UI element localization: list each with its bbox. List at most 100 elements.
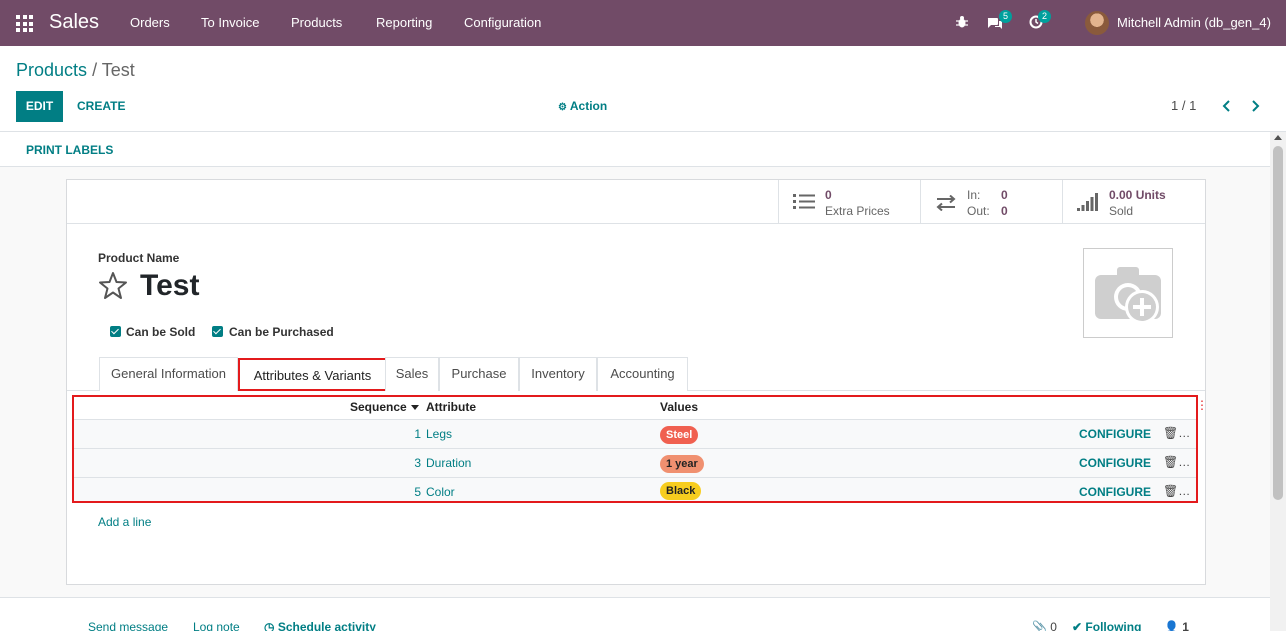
table-row[interactable]: 3 Duration 1 year CONFIGURE 🗑… — [74, 448, 1196, 477]
attachments-count: 0 — [1050, 620, 1057, 631]
tab-attributes-variants[interactable]: Attributes & Variants — [238, 358, 387, 391]
attachments-button[interactable]: 📎 0 — [1032, 620, 1057, 631]
trash-icon[interactable]: 🗑… — [1163, 455, 1190, 469]
scrollbar[interactable] — [1270, 132, 1286, 631]
column-header-attribute[interactable]: Attribute — [426, 400, 476, 414]
product-name-label: Product Name — [98, 251, 180, 265]
chevron-right-icon[interactable] — [1250, 100, 1260, 112]
row-attribute[interactable]: Color — [426, 485, 455, 499]
can-be-sold-checkbox[interactable] — [110, 326, 121, 337]
column-header-values[interactable]: Values — [660, 400, 698, 414]
check-icon: ✔ — [1072, 620, 1083, 631]
pager-value[interactable]: 1 / 1 — [1171, 98, 1196, 113]
row-attribute[interactable]: Legs — [426, 427, 452, 441]
in-value: 0 — [1001, 188, 1008, 202]
followers-button[interactable]: 👤 1 — [1164, 620, 1189, 631]
value-tag: 1 year — [660, 455, 704, 473]
table-row[interactable]: 1 Legs Steel CONFIGURE 🗑… — [74, 419, 1196, 448]
following-label: Following — [1085, 620, 1142, 631]
tab-general-information[interactable]: General Information — [99, 357, 238, 391]
row-sequence: 5 — [414, 485, 421, 499]
log-note-button[interactable]: Log note — [193, 620, 240, 631]
user-icon: 👤 — [1164, 620, 1179, 631]
configure-button[interactable]: CONFIGURE — [1079, 427, 1151, 441]
breadcrumb-separator: / — [92, 60, 98, 80]
schedule-activity-button[interactable]: ◷ Schedule activity — [264, 620, 376, 631]
menu-configuration[interactable]: Configuration — [464, 15, 541, 30]
configure-button[interactable]: CONFIGURE — [1079, 485, 1151, 499]
can-be-purchased-label: Can be Purchased — [229, 325, 334, 339]
table-row[interactable]: 5 Color Black CONFIGURE 🗑… — [74, 477, 1196, 501]
can-be-sold-label: Can be Sold — [126, 325, 196, 339]
exchange-arrows-icon — [936, 195, 956, 211]
signal-bars-icon — [1077, 193, 1098, 211]
breadcrumb: Products / Test — [16, 60, 135, 81]
chevron-left-icon[interactable] — [1222, 100, 1232, 112]
add-line-link[interactable]: Add a line — [98, 515, 151, 529]
configure-button[interactable]: CONFIGURE — [1079, 456, 1151, 470]
extra-prices-label: Extra Prices — [825, 204, 890, 218]
send-message-button[interactable]: Send message — [88, 620, 168, 631]
action-menu[interactable]: ⚙ Action — [558, 99, 607, 113]
tab-inventory[interactable]: Inventory — [519, 357, 597, 391]
statusbar: PRINT LABELS — [0, 132, 1270, 167]
bug-icon[interactable] — [955, 15, 969, 29]
list-icon — [793, 194, 815, 209]
optional-columns-icon[interactable]: ⋮ — [1196, 398, 1208, 412]
menu-to-invoice[interactable]: To Invoice — [201, 15, 260, 30]
product-name-field[interactable]: Test — [140, 269, 199, 303]
product-image-upload[interactable] — [1083, 248, 1173, 338]
sort-caret-down-icon — [410, 405, 419, 411]
camera-plus-icon — [1095, 267, 1161, 324]
sold-value: 0.00 Units — [1109, 188, 1166, 202]
scroll-thumb[interactable] — [1273, 146, 1283, 500]
breadcrumb-products[interactable]: Products — [16, 60, 87, 80]
sequence-header-label: Sequence — [350, 400, 407, 414]
sold-button[interactable]: 0.00 Units Sold — [1062, 180, 1205, 223]
can-be-purchased-checkbox[interactable] — [212, 326, 223, 337]
value-tag: Black — [660, 482, 702, 500]
app-brand[interactable]: Sales — [49, 11, 99, 34]
clock-icon: ◷ — [264, 620, 275, 631]
tab-accounting[interactable]: Accounting — [597, 357, 688, 391]
extra-prices-button[interactable]: 0 Extra Prices — [778, 180, 920, 223]
in-out-button[interactable]: In: 0 Out: 0 — [920, 180, 1062, 223]
star-icon[interactable] — [98, 271, 128, 301]
form-sheet: 0 Extra Prices In: 0 Out: 0 0.00 Units S… — [66, 179, 1208, 585]
print-labels-button[interactable]: PRINT LABELS — [26, 143, 113, 157]
paperclip-icon: 📎 — [1032, 620, 1047, 631]
extra-prices-count: 0 — [825, 188, 832, 202]
scroll-up-arrow-icon[interactable] — [1274, 135, 1282, 140]
smart-buttons-row: 0 Extra Prices In: 0 Out: 0 0.00 Units S… — [67, 180, 1205, 224]
sold-label: Sold — [1109, 204, 1134, 218]
schedule-activity-label: Schedule activity — [277, 620, 376, 631]
tab-sales[interactable]: Sales — [385, 357, 439, 391]
trash-icon[interactable]: 🗑… — [1163, 426, 1190, 440]
value-tag: Steel — [660, 426, 699, 444]
activities-badge: 2 — [1038, 10, 1052, 23]
control-panel: Products / Test EDIT CREATE ⚙ Action 1 /… — [0, 46, 1286, 132]
top-navbar: Sales Orders To Invoice Products Reporti… — [0, 0, 1286, 46]
edit-button[interactable]: EDIT — [16, 91, 63, 122]
row-sequence: 1 — [414, 427, 421, 441]
menu-orders[interactable]: Orders — [130, 15, 170, 30]
row-attribute[interactable]: Duration — [426, 456, 471, 470]
out-value: 0 — [1001, 204, 1008, 218]
create-button[interactable]: CREATE — [77, 99, 125, 113]
tab-purchase[interactable]: Purchase — [439, 357, 519, 391]
avatar[interactable] — [1085, 11, 1109, 35]
apps-grid-icon[interactable] — [16, 15, 33, 32]
gear-icon: ⚙ — [558, 102, 567, 113]
attributes-table: Sequence Attribute Values ⋮ 1 Legs Steel… — [72, 395, 1208, 503]
chatter-topbar: Send message Log note ◷ Schedule activit… — [0, 597, 1270, 631]
breadcrumb-current: Test — [101, 60, 135, 80]
following-button[interactable]: ✔ Following — [1072, 620, 1141, 631]
in-label: In: — [967, 188, 981, 202]
trash-icon[interactable]: 🗑… — [1163, 484, 1190, 498]
row-sequence: 3 — [414, 456, 421, 470]
user-menu[interactable]: Mitchell Admin (db_gen_4) — [1117, 15, 1271, 30]
menu-products[interactable]: Products — [291, 15, 342, 30]
action-menu-label: Action — [569, 99, 608, 113]
menu-reporting[interactable]: Reporting — [376, 15, 432, 30]
column-header-sequence[interactable]: Sequence — [350, 400, 419, 414]
